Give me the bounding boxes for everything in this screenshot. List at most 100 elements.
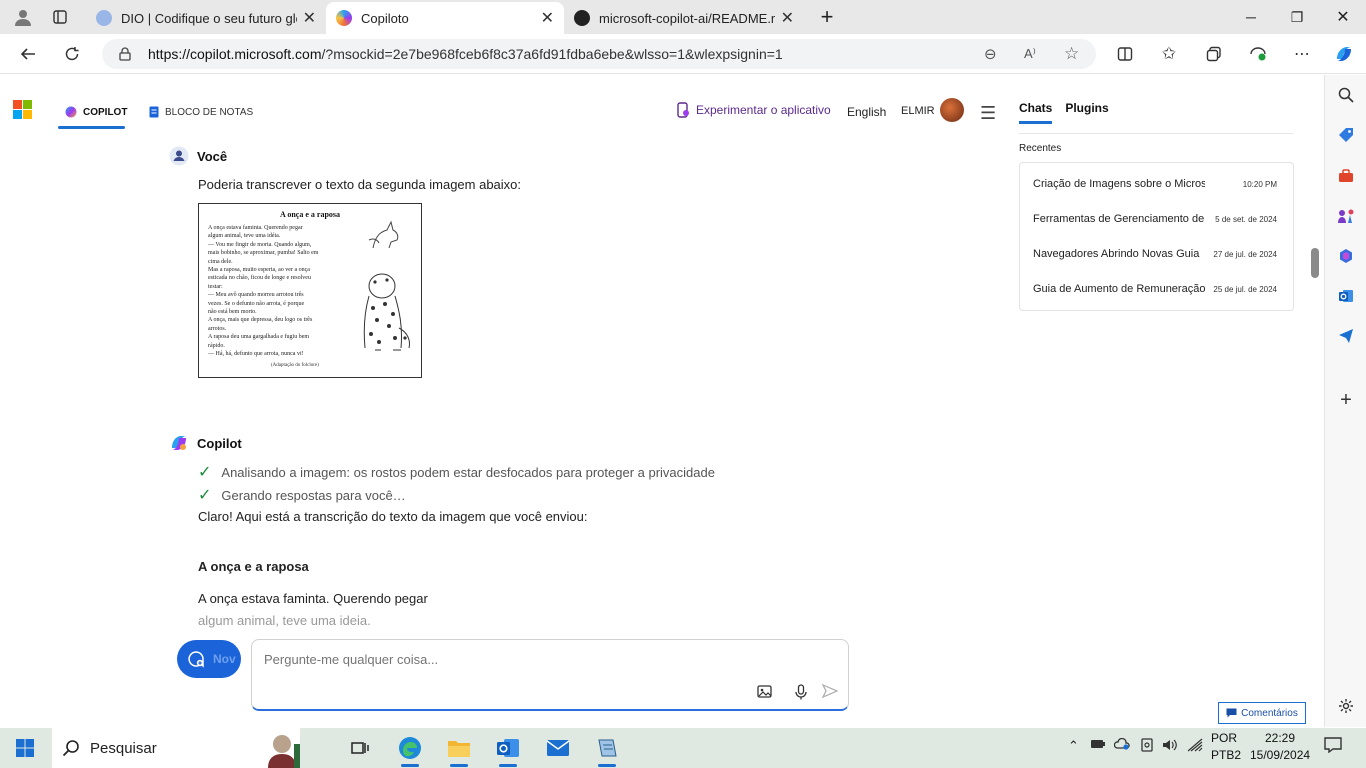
close-tab-icon[interactable]: ✕ (303, 8, 316, 28)
address-bar[interactable]: https://copilot.microsoft.com/?msockid=2… (102, 39, 1096, 69)
refresh-icon[interactable] (56, 38, 88, 70)
checkmark-icon: ✓ (198, 464, 212, 481)
close-tab-icon[interactable]: ✕ (781, 8, 794, 28)
image-line: arrotos. (208, 325, 227, 332)
progress-step: ✓ Analisando a imagem: os rostos podem e… (198, 462, 715, 482)
notifications-icon[interactable] (1324, 737, 1342, 756)
search-icon[interactable] (1325, 83, 1366, 107)
battery-saver-icon[interactable] (1090, 738, 1106, 753)
chat-input[interactable] (264, 652, 824, 667)
back-icon[interactable] (12, 38, 44, 70)
tab-copilot-label: COPILOT (83, 106, 128, 118)
collections-icon[interactable] (1198, 38, 1230, 70)
list-item[interactable]: Ferramentas de Gerenciamento de 5 de set… (1033, 208, 1283, 230)
avatar[interactable] (940, 98, 964, 122)
windows-start-icon[interactable] (8, 734, 42, 762)
tab-actions-icon[interactable] (37, 0, 83, 34)
divider (1019, 133, 1293, 134)
zoom-out-icon[interactable]: ⊖ (984, 39, 997, 69)
tab-notebook-label: BLOCO DE NOTAS (165, 106, 254, 118)
recent-date: 25 de jul. de 2024 (1213, 284, 1277, 294)
network-icon[interactable] (1187, 738, 1203, 755)
list-item[interactable]: Guia de Aumento de Remuneração 25 de jul… (1033, 278, 1283, 300)
split-screen-icon[interactable] (1109, 38, 1141, 70)
outlook-icon[interactable] (1325, 284, 1366, 308)
onedrive-icon[interactable] (1113, 737, 1130, 753)
favorite-star-icon[interactable]: ☆ (1064, 39, 1079, 69)
mail-app-icon[interactable] (541, 734, 575, 762)
shopping-tag-icon[interactable] (1325, 123, 1366, 147)
progress-step: ✓ Gerando respostas para você… (198, 485, 406, 505)
bot-heading: A onça e a raposa (198, 559, 309, 574)
close-window-icon[interactable]: ✕ (1320, 0, 1366, 34)
feedback-button[interactable]: Comentários (1218, 702, 1306, 724)
tools-icon[interactable] (1325, 164, 1366, 188)
system-clock[interactable]: 22:29 15/09/2024 (1250, 730, 1310, 764)
microsoft-logo-icon[interactable] (13, 100, 32, 119)
recent-title: Criação de Imagens sobre o Microsoft C (1033, 178, 1205, 190)
lock-icon[interactable] (118, 39, 132, 69)
bot-intro: Claro! Aqui está a transcrição do texto … (198, 509, 588, 524)
input-language[interactable]: POR PTB2 (1211, 730, 1241, 764)
clock-time: 22:29 (1264, 731, 1296, 745)
tab-chats[interactable]: Chats (1019, 101, 1053, 124)
tab-copilot[interactable]: COPILOT (65, 106, 127, 118)
send-paper-plane-icon[interactable] (1325, 324, 1366, 348)
show-hidden-icons-icon[interactable]: ⌃ (1068, 738, 1079, 754)
list-item[interactable]: Navegadores Abrindo Novas Guia 27 de jul… (1033, 243, 1283, 265)
image-line: cima dele. (208, 258, 233, 265)
notepad-app-icon[interactable] (590, 734, 624, 767)
games-icon[interactable] (1325, 204, 1366, 228)
menu-icon[interactable]: ☰ (980, 103, 996, 124)
checkmark-icon: ✓ (198, 487, 212, 504)
tab-notebook[interactable]: BLOCO DE NOTAS (149, 106, 253, 118)
task-view-icon[interactable] (343, 734, 377, 762)
close-tab-icon[interactable]: ✕ (541, 8, 554, 28)
image-upload-icon[interactable] (757, 684, 773, 702)
recent-title: Guia de Aumento de Remuneração (1033, 283, 1205, 295)
add-sidebar-app-icon[interactable]: + (1325, 388, 1366, 412)
file-explorer-icon[interactable] (442, 734, 476, 767)
edge-app-icon[interactable] (393, 734, 427, 767)
settings-more-icon[interactable]: ⋯ (1286, 38, 1318, 70)
language-switch[interactable]: English (847, 105, 886, 119)
device-icon[interactable] (1140, 738, 1154, 755)
taskbar-search[interactable]: Pesquisar (52, 728, 300, 768)
copilot-icon (65, 106, 77, 118)
volume-icon[interactable] (1162, 738, 1178, 755)
fox-drawing-icon (368, 220, 399, 249)
user-message: Poderia transcrever o texto da segunda i… (198, 177, 522, 192)
read-aloud-icon[interactable]: A⁾ (1024, 39, 1036, 69)
tab-title: microsoft-copilot-ai/README.md (599, 10, 775, 26)
tab-github[interactable]: microsoft-copilot-ai/README.md ✕ (564, 2, 804, 34)
image-line: não está bem morto. (208, 309, 257, 316)
user-message-header: Você (169, 146, 227, 166)
microsoft-365-icon[interactable] (1325, 244, 1366, 268)
tab-plugins[interactable]: Plugins (1065, 101, 1108, 124)
send-icon[interactable] (821, 683, 839, 701)
favorites-icon[interactable]: ✩ (1153, 38, 1185, 70)
try-app-button[interactable]: Experimentar o aplicativo (676, 102, 831, 118)
new-topic-button[interactable]: Nov (177, 640, 241, 678)
scrollbar[interactable] (1308, 85, 1322, 725)
microphone-icon[interactable] (795, 684, 807, 703)
outlook-app-icon[interactable] (491, 734, 525, 767)
tab-dio[interactable]: DIO | Codifique o seu futuro glob ✕ (86, 2, 326, 34)
image-line: Mas a raposa, muito esperta, ao ver a on… (208, 267, 310, 274)
sidebar-settings-icon[interactable] (1325, 694, 1366, 718)
copilot-sidebar-icon[interactable] (1328, 38, 1360, 70)
user-name[interactable]: ELMIR (901, 105, 935, 117)
list-item[interactable]: Criação de Imagens sobre o Microsoft C 1… (1033, 173, 1283, 195)
tab-copiloto[interactable]: Copiloto ✕ (326, 2, 564, 34)
feedback-label: Comentários (1241, 707, 1298, 719)
attached-image[interactable]: A onça e a raposa A onça estava faminta.… (198, 203, 422, 378)
minimize-icon[interactable]: ─ (1228, 0, 1274, 34)
browser-essentials-icon[interactable] (1242, 38, 1274, 70)
scrollbar-thumb[interactable] (1311, 248, 1319, 278)
image-line: A onça, mais que depressa, deu logo os t… (208, 317, 313, 324)
dio-favicon-icon (96, 10, 112, 26)
restore-icon[interactable]: ❐ (1274, 0, 1320, 34)
step-label: Analisando a imagem: os rostos podem est… (221, 464, 715, 480)
recent-label: Recentes (1019, 143, 1062, 154)
new-tab-button[interactable]: + (804, 0, 850, 34)
